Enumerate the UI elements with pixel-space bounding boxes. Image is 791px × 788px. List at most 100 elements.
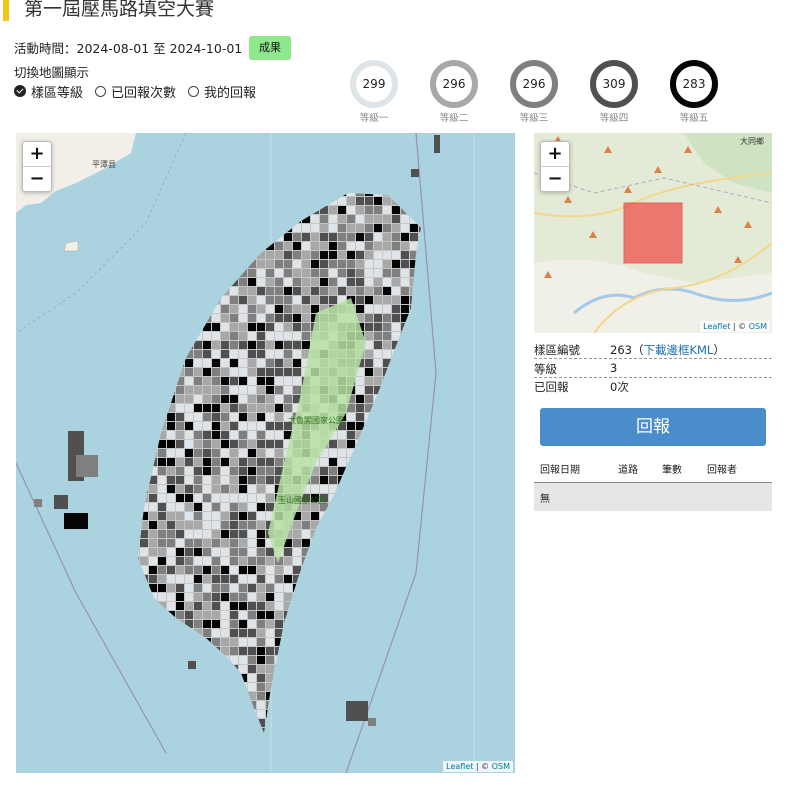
sample-cell[interactable]: [401, 467, 409, 475]
sample-cell[interactable]: [320, 728, 328, 736]
sample-cell[interactable]: [221, 440, 229, 448]
sample-cell[interactable]: [230, 701, 238, 709]
sample-cell[interactable]: [212, 692, 220, 700]
sample-cell[interactable]: [248, 242, 256, 250]
sample-cell[interactable]: [302, 566, 310, 574]
sample-cell[interactable]: [248, 197, 256, 205]
sample-cell[interactable]: [320, 566, 328, 574]
sample-cell[interactable]: [212, 701, 220, 709]
sample-cell[interactable]: [167, 197, 175, 205]
sample-cell[interactable]: [320, 539, 328, 547]
sample-cell[interactable]: [293, 710, 301, 718]
sample-cell[interactable]: [365, 674, 373, 682]
sample-cell[interactable]: [167, 692, 175, 700]
sample-cell[interactable]: [383, 620, 391, 628]
sample-cell[interactable]: [167, 422, 175, 430]
sample-cell[interactable]: [131, 683, 139, 691]
sample-cell[interactable]: [131, 323, 139, 331]
sample-cell[interactable]: [266, 584, 274, 592]
sample-cell[interactable]: [176, 737, 184, 745]
sample-cell[interactable]: [194, 683, 202, 691]
sample-cell[interactable]: [401, 332, 409, 340]
sample-cell[interactable]: [167, 377, 175, 385]
sample-cell[interactable]: [401, 710, 409, 718]
sample-cell[interactable]: [149, 701, 157, 709]
sample-cell[interactable]: [383, 665, 391, 673]
sample-cell[interactable]: [239, 260, 247, 268]
sample-cell[interactable]: [176, 710, 184, 718]
sample-cell[interactable]: [311, 701, 319, 709]
sample-cell[interactable]: [167, 602, 175, 610]
sample-cell[interactable]: [194, 476, 202, 484]
sample-cell[interactable]: [410, 530, 418, 538]
sample-cell[interactable]: [221, 449, 229, 457]
sample-cell[interactable]: [320, 593, 328, 601]
sample-cell[interactable]: [203, 485, 211, 493]
sample-cell[interactable]: [230, 683, 238, 691]
sample-cell[interactable]: [311, 521, 319, 529]
sample-cell[interactable]: [257, 422, 265, 430]
sample-cell[interactable]: [203, 395, 211, 403]
sample-cell[interactable]: [212, 296, 220, 304]
sample-cell[interactable]: [248, 404, 256, 412]
sample-cell[interactable]: [149, 350, 157, 358]
sample-cell[interactable]: [284, 701, 292, 709]
sample-cell[interactable]: [374, 359, 382, 367]
sample-cell[interactable]: [392, 224, 400, 232]
sample-cell[interactable]: [302, 188, 310, 196]
sample-cell[interactable]: [347, 593, 355, 601]
sample-cell[interactable]: [248, 638, 256, 646]
sample-cell[interactable]: [203, 683, 211, 691]
sample-cell[interactable]: [284, 269, 292, 277]
sample-cell[interactable]: [185, 215, 193, 223]
sample-cell[interactable]: [365, 485, 373, 493]
sample-cell[interactable]: [293, 215, 301, 223]
sample-cell[interactable]: [266, 737, 274, 745]
sample-cell[interactable]: [401, 557, 409, 565]
sample-cell[interactable]: [149, 638, 157, 646]
sample-cell[interactable]: [383, 719, 391, 727]
sample-cell[interactable]: [356, 287, 364, 295]
sample-cell[interactable]: [365, 602, 373, 610]
sample-cell[interactable]: [140, 251, 148, 259]
sample-cell[interactable]: [131, 431, 139, 439]
sample-cell[interactable]: [212, 206, 220, 214]
sample-cell[interactable]: [158, 683, 166, 691]
sample-cell[interactable]: [329, 521, 337, 529]
sample-cell[interactable]: [284, 332, 292, 340]
sample-cell[interactable]: [149, 539, 157, 547]
sample-cell[interactable]: [149, 575, 157, 583]
sample-cell[interactable]: [176, 593, 184, 601]
sample-cell[interactable]: [221, 197, 229, 205]
sample-cell[interactable]: [149, 188, 157, 196]
sample-cell[interactable]: [302, 323, 310, 331]
sample-cell[interactable]: [284, 719, 292, 727]
sample-cell[interactable]: [203, 305, 211, 313]
sample-cell[interactable]: [329, 467, 337, 475]
sample-cell[interactable]: [320, 287, 328, 295]
sample-cell[interactable]: [257, 287, 265, 295]
sample-cell[interactable]: [374, 233, 382, 241]
sample-cell[interactable]: [212, 593, 220, 601]
sample-cell[interactable]: [383, 449, 391, 457]
sample-cell[interactable]: [392, 359, 400, 367]
sample-cell[interactable]: [185, 305, 193, 313]
sample-cell[interactable]: [329, 719, 337, 727]
sample-cell[interactable]: [338, 458, 346, 466]
sample-cell[interactable]: [185, 467, 193, 475]
sample-cell[interactable]: [230, 395, 238, 403]
sample-cell[interactable]: [158, 260, 166, 268]
sample-cell[interactable]: [365, 629, 373, 637]
sample-cell[interactable]: [221, 386, 229, 394]
sample-cell[interactable]: [401, 737, 409, 745]
sample-cell[interactable]: [167, 494, 175, 502]
sample-cell[interactable]: [194, 368, 202, 376]
sample-cell[interactable]: [374, 395, 382, 403]
sample-cell[interactable]: [338, 215, 346, 223]
sample-cell[interactable]: [167, 206, 175, 214]
sample-cell[interactable]: [365, 377, 373, 385]
sample-cell[interactable]: [230, 530, 238, 538]
sample-cell[interactable]: [140, 476, 148, 484]
sample-cell[interactable]: [203, 350, 211, 358]
sample-cell[interactable]: [401, 494, 409, 502]
